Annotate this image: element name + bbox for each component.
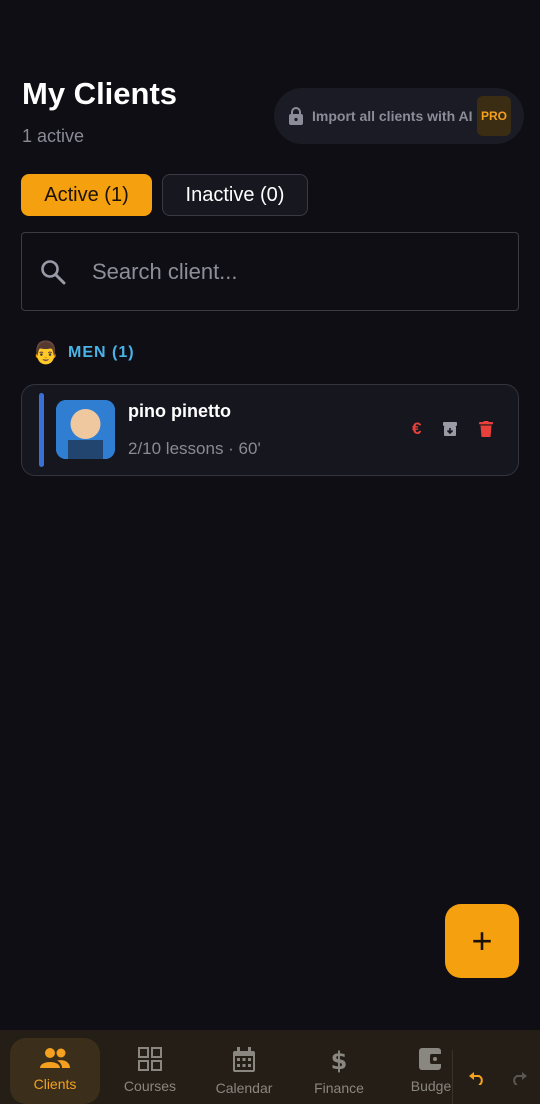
import-label: Import all clients with AI [312, 108, 473, 124]
nav-label: Finance [314, 1080, 364, 1096]
wallet-icon [419, 1048, 444, 1070]
man-emoji-icon: 👨 [32, 340, 60, 365]
nav-item-calendar[interactable]: Calendar [199, 1038, 289, 1104]
nav-item-courses[interactable]: Courses [105, 1038, 195, 1104]
bottom-nav: Clients Courses Calendar $ Finance Budge [0, 1030, 540, 1104]
client-card[interactable]: pino pinetto 2/10 lessons · 60' € [21, 384, 519, 476]
grid-icon [138, 1047, 162, 1071]
search-icon [41, 260, 66, 285]
person-avatar-icon [56, 400, 115, 459]
pro-badge: PRO [477, 96, 511, 136]
delete-icon[interactable] [479, 421, 493, 437]
nav-label: Clients [33, 1076, 77, 1092]
card-accent-bar [39, 393, 44, 467]
tab-inactive[interactable]: Inactive (0) [162, 174, 308, 216]
search-box[interactable] [21, 232, 519, 311]
dollar-icon: $ [331, 1047, 348, 1073]
import-clients-ai-button[interactable]: Import all clients with AI PRO [274, 88, 524, 144]
avatar [56, 400, 115, 459]
undo-redo-bar [452, 1050, 540, 1104]
people-icon [40, 1048, 70, 1068]
nav-label: Budge [410, 1078, 452, 1094]
client-lessons: 2/10 lessons · 60' [128, 439, 261, 458]
svg-text:$: $ [331, 1047, 348, 1073]
search-input[interactable] [90, 251, 504, 293]
undo-icon[interactable] [469, 1071, 485, 1085]
client-name: pino pinetto [128, 401, 231, 421]
group-label: MEN (1) [68, 344, 135, 361]
redo-icon[interactable] [511, 1071, 527, 1085]
calendar-icon [233, 1047, 255, 1072]
tab-active[interactable]: Active (1) [21, 174, 152, 216]
add-client-button[interactable]: + [445, 904, 519, 978]
nav-item-clients[interactable]: Clients [10, 1038, 100, 1104]
nav-label: Calendar [215, 1080, 273, 1096]
nav-label: Courses [123, 1078, 177, 1094]
active-count: 1 active [22, 126, 85, 146]
group-header-men: 👨 MEN (1) [32, 340, 135, 366]
archive-icon[interactable] [442, 421, 458, 437]
nav-item-finance[interactable]: $ Finance [294, 1038, 384, 1104]
page-title: My Clients [22, 76, 178, 111]
client-actions: € [412, 419, 493, 439]
lock-icon [289, 107, 303, 125]
payment-button[interactable]: € [412, 419, 428, 439]
